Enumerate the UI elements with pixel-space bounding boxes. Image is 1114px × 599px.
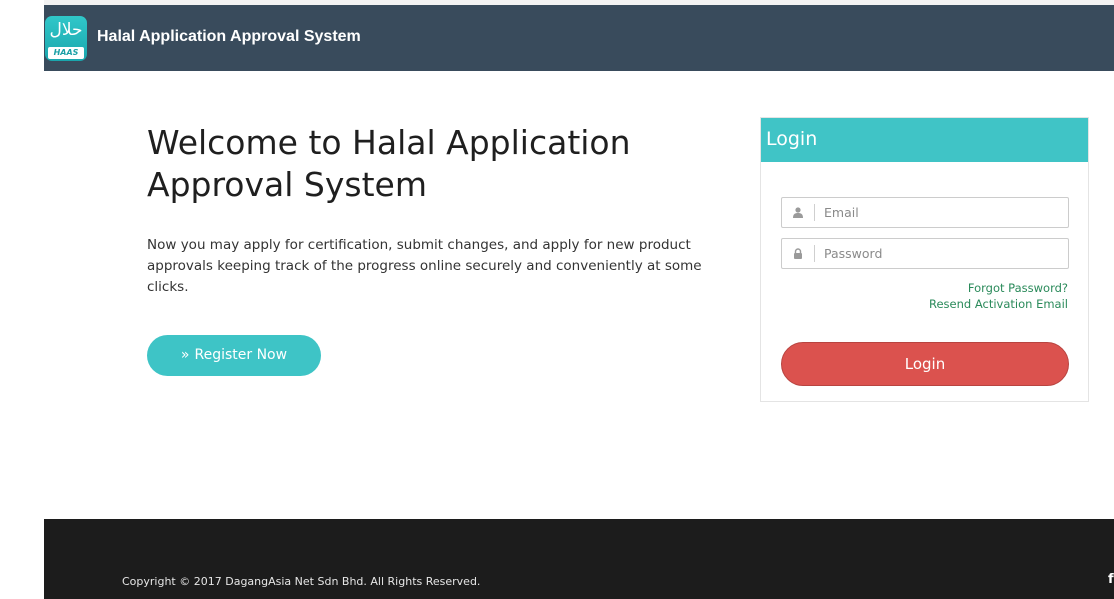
login-panel-title: Login [766, 128, 818, 150]
facebook-icon[interactable]: f [1108, 572, 1114, 588]
password-input-group [781, 238, 1069, 269]
page: حلال HAAS Halal Application Approval Sys… [0, 0, 1114, 599]
navbar: حلال HAAS Halal Application Approval Sys… [44, 5, 1114, 71]
haas-logo[interactable]: حلال HAAS [45, 16, 87, 61]
login-panel-header: Login [761, 118, 1088, 162]
user-icon [782, 198, 814, 227]
email-input-group [781, 197, 1069, 228]
welcome-description: Now you may apply for certification, sub… [147, 237, 702, 295]
lock-icon [782, 239, 814, 268]
input-divider [814, 245, 815, 262]
brand-title[interactable]: Halal Application Approval System [97, 26, 361, 48]
footer: Copyright © 2017 DagangAsia Net Sdn Bhd.… [44, 519, 1114, 599]
logo-arabic-text: حلال [49, 20, 83, 40]
input-divider [814, 204, 815, 221]
welcome-title: Welcome to Halal Application Approval Sy… [147, 123, 631, 204]
login-button[interactable]: Login [781, 342, 1069, 386]
footer-copyright: Copyright © 2017 DagangAsia Net Sdn Bhd.… [122, 575, 481, 588]
logo-badge: HAAS [48, 47, 84, 59]
login-panel: Login Forgot Password? Resen [760, 117, 1089, 402]
register-now-button[interactable]: » Register Now [147, 335, 321, 376]
password-input[interactable] [824, 239, 1064, 268]
register-now-label: Register Now [194, 347, 288, 363]
double-chevron-right-icon: » [180, 347, 190, 363]
resend-activation-email-link[interactable]: Resend Activation Email [929, 296, 1068, 312]
email-input[interactable] [824, 198, 1064, 227]
forgot-password-link[interactable]: Forgot Password? [968, 280, 1068, 296]
